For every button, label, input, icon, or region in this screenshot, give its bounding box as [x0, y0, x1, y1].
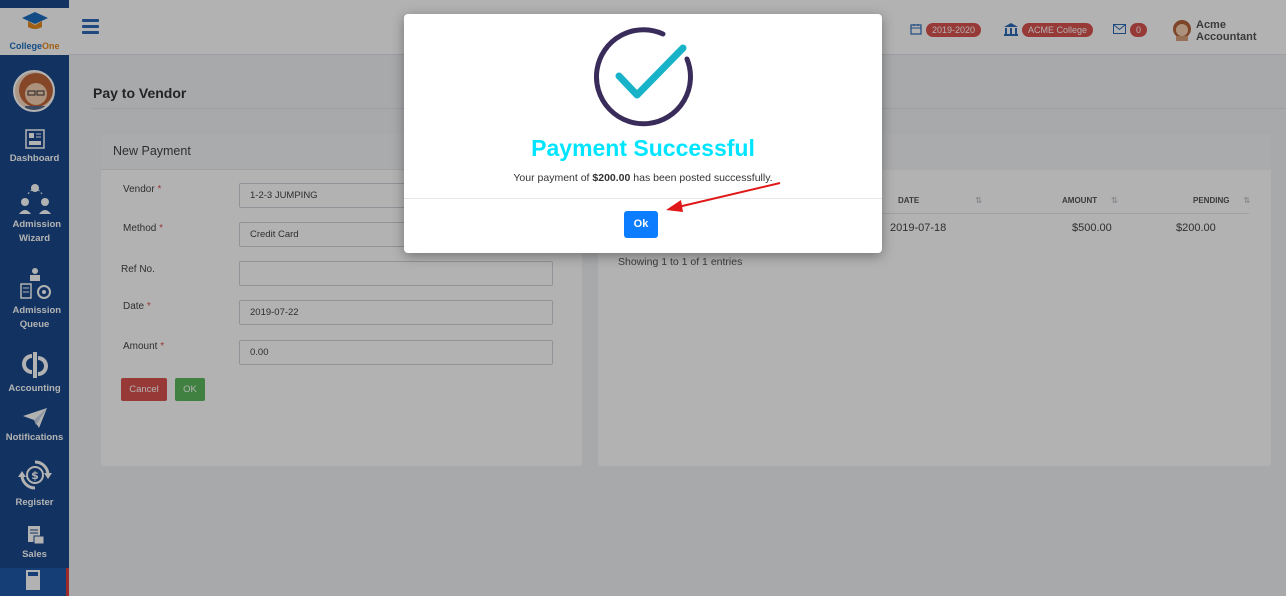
- dialog-message: Your payment of $200.00 has been posted …: [513, 172, 773, 184]
- dialog-ok-button[interactable]: Ok: [624, 211, 658, 238]
- dialog-divider: [404, 198, 882, 199]
- payment-success-dialog: Payment Successful Your payment of $200.…: [404, 14, 882, 253]
- dialog-title: Payment Successful: [531, 135, 755, 161]
- success-check-icon: [594, 27, 693, 127]
